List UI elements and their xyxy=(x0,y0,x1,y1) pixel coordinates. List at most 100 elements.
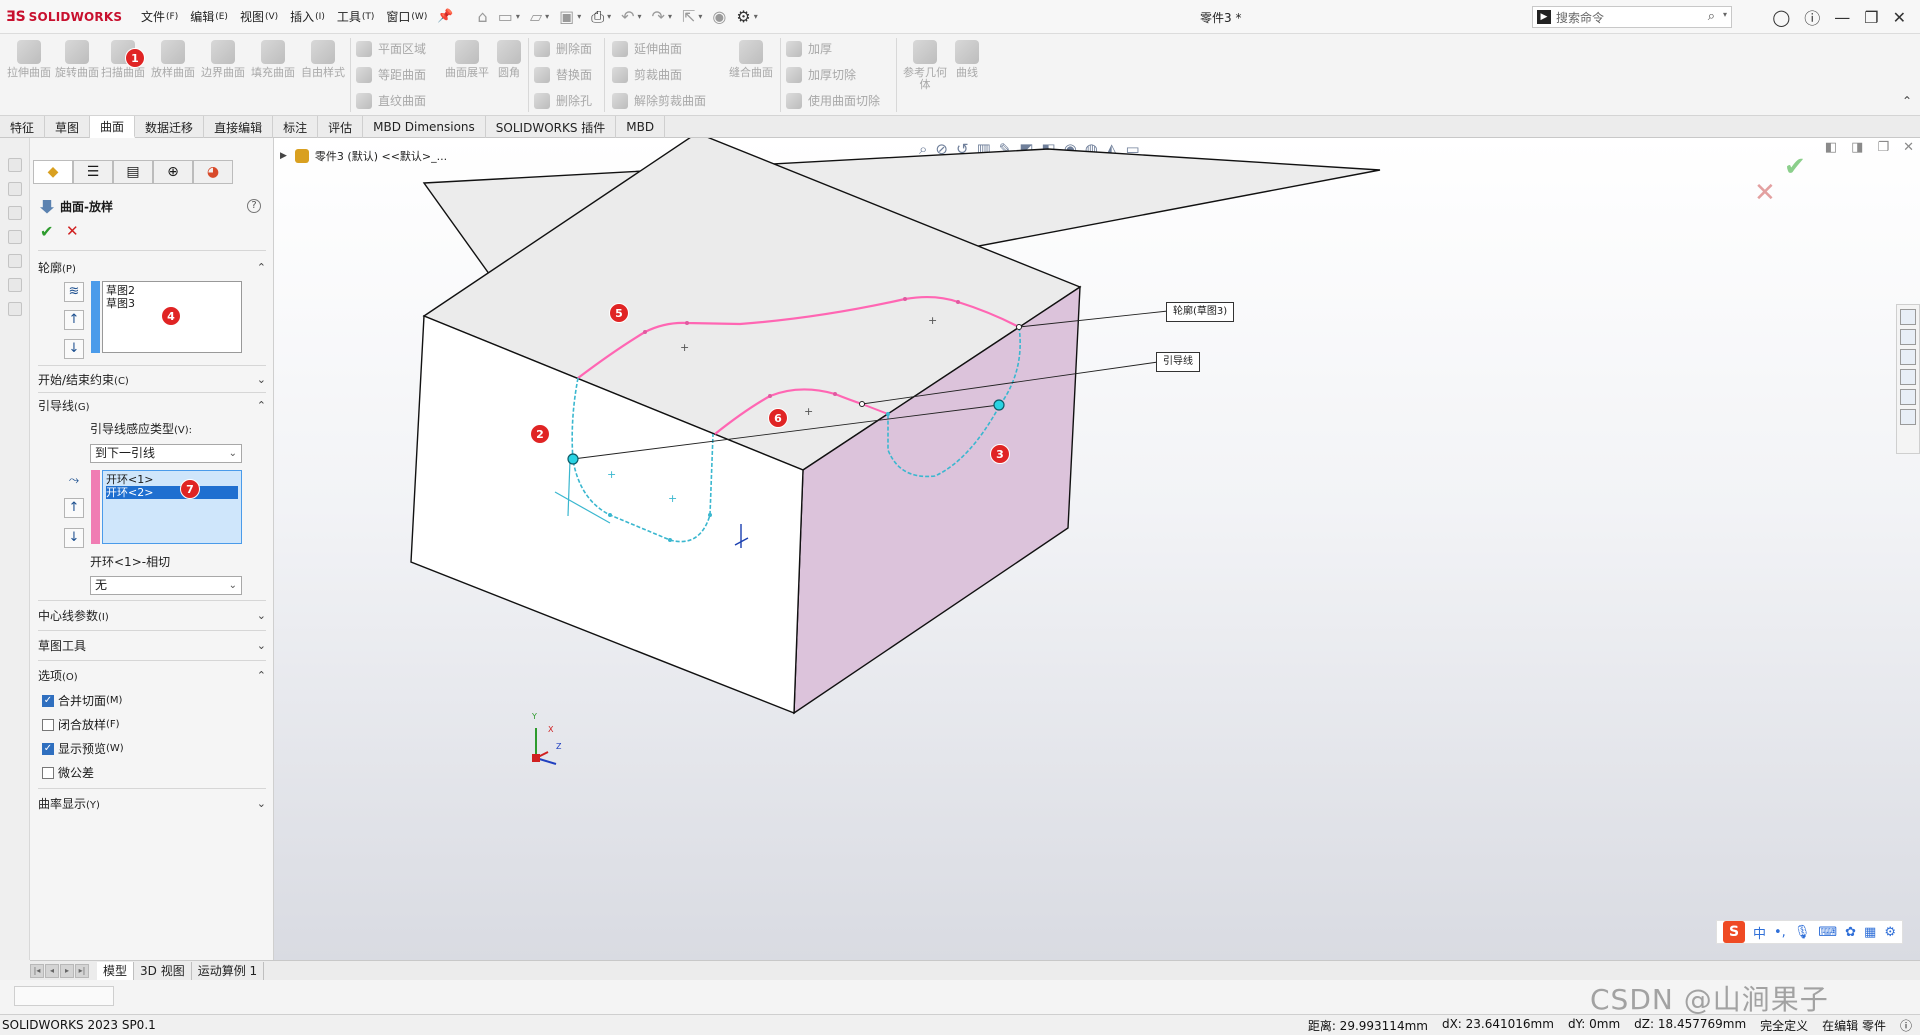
strip-tool-icon[interactable] xyxy=(8,278,22,292)
close-button[interactable]: ✕ xyxy=(1893,8,1906,27)
next-tab-icon[interactable]: ▸ xyxy=(60,963,74,978)
user-account-icon[interactable]: ◯ xyxy=(1772,8,1790,27)
home-icon[interactable]: ⌂ xyxy=(478,7,488,26)
menu-insert[interactable]: 插入 (I) xyxy=(284,0,331,34)
options-gear-icon[interactable]: ⚙ xyxy=(736,7,750,26)
thicken-button[interactable]: 加厚 xyxy=(786,40,832,57)
tab-data-migration[interactable]: 数据迁移 xyxy=(135,116,205,138)
redo-icon[interactable]: ↷ xyxy=(652,7,665,26)
trim-surface-button[interactable]: 剪裁曲面 xyxy=(612,66,682,83)
checkbox-checked[interactable]: ✓ xyxy=(42,742,54,755)
undo-dropdown-icon[interactable]: ▾ xyxy=(638,12,642,21)
tab-mbd-dimensions[interactable]: MBD Dimensions xyxy=(363,116,486,138)
keyboard-icon[interactable]: ⌨ xyxy=(1818,925,1837,940)
restore-button[interactable]: ❐ xyxy=(1864,8,1878,27)
strip-tool-icon[interactable] xyxy=(8,182,22,196)
pin-icon[interactable]: 📌 xyxy=(437,9,453,24)
guide-endpoint-handle[interactable] xyxy=(567,453,579,465)
menu-view[interactable]: 视图 (V) xyxy=(234,0,284,34)
show-preview-checkbox[interactable]: ✓ 显示预览 (W) xyxy=(42,740,124,757)
filled-surface-button[interactable]: 填充曲面 xyxy=(250,40,296,79)
start-end-header[interactable]: 开始/结束约束(C) ⌄ xyxy=(38,368,266,390)
search-commands-input[interactable]: ▶ 搜索命令 ⌕ ▾ xyxy=(1532,6,1732,28)
tab-mbd[interactable]: MBD xyxy=(616,116,666,138)
sketch-tools-header[interactable]: 草图工具 ⌄ xyxy=(38,634,266,656)
guides-header[interactable]: 引导线(G) ⌃ xyxy=(38,394,266,416)
thicken-cut-button[interactable]: 加厚切除 xyxy=(786,66,856,83)
options-header[interactable]: 选项(O) ⌃ xyxy=(38,664,266,686)
fillet-button[interactable]: 圆角 xyxy=(486,40,532,79)
save-dropdown-icon[interactable]: ▾ xyxy=(577,12,581,21)
delete-face-button[interactable]: 删除面 xyxy=(534,40,592,57)
centerline-header[interactable]: 中心线参数(I) ⌄ xyxy=(38,604,266,626)
settings-icon[interactable]: ⚙ xyxy=(1884,925,1896,940)
tab-evaluate[interactable]: 评估 xyxy=(318,116,364,138)
micro-tolerance-checkbox[interactable]: 微公差 xyxy=(42,764,94,781)
tab-3d-views[interactable]: 3D 视图 xyxy=(134,961,192,980)
save-icon[interactable]: ▣ xyxy=(559,7,574,26)
guide-influence-select[interactable]: 到下一引线 ⌄ xyxy=(90,444,242,463)
offset-surface-button[interactable]: 等距曲面 xyxy=(356,66,426,83)
checkbox-unchecked[interactable] xyxy=(42,766,54,779)
guide-callout-label[interactable]: 引导线 xyxy=(1156,352,1200,372)
redo-dropdown-icon[interactable]: ▾ xyxy=(668,12,672,21)
lofted-surface-button[interactable]: 放样曲面 xyxy=(150,40,196,79)
curvature-header[interactable]: 曲率显示(Y) ⌄ xyxy=(38,792,266,814)
last-tab-icon[interactable]: ▸| xyxy=(75,963,89,978)
tab-direct-editing[interactable]: 直接编辑 xyxy=(204,116,274,138)
menu-file[interactable]: 文件 (F) xyxy=(135,0,184,34)
close-loft-checkbox[interactable]: 闭合放样 (F) xyxy=(42,716,120,733)
guide-tangent-select[interactable]: 无 ⌄ xyxy=(90,576,242,595)
minimize-button[interactable]: — xyxy=(1834,8,1850,27)
list-item[interactable]: 开环<1> xyxy=(106,473,238,486)
property-manager-tab[interactable]: ☰ xyxy=(73,160,113,184)
menu-tools[interactable]: 工具 (T) xyxy=(331,0,381,34)
search-scope-icon[interactable]: ▶ xyxy=(1537,10,1551,24)
first-tab-icon[interactable]: |◂ xyxy=(30,963,44,978)
cut-with-surface-button[interactable]: 使用曲面切除 xyxy=(786,92,880,109)
checkbox-checked[interactable]: ✓ xyxy=(42,694,54,707)
help-icon[interactable]: ⓘ xyxy=(1804,5,1820,29)
tab-surfaces[interactable]: 曲面 xyxy=(90,116,136,138)
prev-tab-icon[interactable]: ◂ xyxy=(45,963,59,978)
knit-surface-button[interactable]: 缝合曲面 xyxy=(728,40,774,79)
checkbox-unchecked[interactable] xyxy=(42,718,54,731)
list-item[interactable]: 草图2 xyxy=(106,284,238,297)
tab-solidworks-addins[interactable]: SOLIDWORKS 插件 xyxy=(486,116,617,138)
profile-point[interactable] xyxy=(859,401,865,407)
surface-flatten-button[interactable]: 曲面展平 xyxy=(444,40,490,79)
grid-icon[interactable]: ▦ xyxy=(1864,925,1876,940)
display-manager-tab[interactable]: ◕ xyxy=(193,160,233,184)
strip-tool-icon[interactable] xyxy=(8,254,22,268)
list-item-selected[interactable]: 开环<2> xyxy=(106,486,238,499)
delete-hole-button[interactable]: 删除孔 xyxy=(534,92,592,109)
select-dropdown-icon[interactable]: ▾ xyxy=(698,12,702,21)
strip-tool-icon[interactable] xyxy=(8,206,22,220)
move-down-button[interactable]: ↓ xyxy=(64,339,84,359)
collapse-ribbon-icon[interactable]: ⌃ xyxy=(1902,94,1912,108)
strip-tool-icon[interactable] xyxy=(8,302,22,316)
guide-move-down-button[interactable]: ↓ xyxy=(64,528,84,548)
rebuild-icon[interactable]: ◉ xyxy=(712,7,726,26)
configuration-manager-tab[interactable]: ▤ xyxy=(113,160,153,184)
strip-tool-icon[interactable] xyxy=(8,230,22,244)
graphics-area[interactable]: ▶ 零件3 (默认) <<默认>_... ⌕ ⊘ ↺ ▥ ✎ ◩ ◧ ◉ ◍ ◭… xyxy=(274,138,1920,960)
open-icon[interactable]: ▱ xyxy=(530,7,542,26)
search-dropdown-icon[interactable]: ▾ xyxy=(1723,10,1727,19)
extruded-surface-button[interactable]: 拉伸曲面 xyxy=(6,40,52,79)
tab-markup[interactable]: 标注 xyxy=(273,116,319,138)
merge-tangent-faces-checkbox[interactable]: ✓ 合并切面 (M) xyxy=(42,692,122,709)
profiles-header[interactable]: 轮廓(P) ⌃ xyxy=(38,256,266,278)
feature-manager-tab[interactable]: ◆ xyxy=(33,160,73,184)
solidworks-logo[interactable]: ƎS SOLIDWORKS xyxy=(0,0,135,34)
ruled-surface-button[interactable]: 直纹曲面 xyxy=(356,92,426,109)
punctuation-icon[interactable]: •, xyxy=(1774,925,1786,940)
new-document-icon[interactable]: ▭ xyxy=(498,7,513,26)
untrim-surface-button[interactable]: 解除剪裁曲面 xyxy=(612,92,706,109)
strip-tool-icon[interactable] xyxy=(8,158,22,172)
curves-button[interactable]: 曲线 xyxy=(944,40,990,79)
lower-panel-select[interactable] xyxy=(14,986,114,1006)
cancel-button[interactable]: ✕ xyxy=(66,222,79,240)
profile-point[interactable] xyxy=(1016,324,1022,330)
voice-icon[interactable]: 🎙 xyxy=(1794,925,1811,940)
